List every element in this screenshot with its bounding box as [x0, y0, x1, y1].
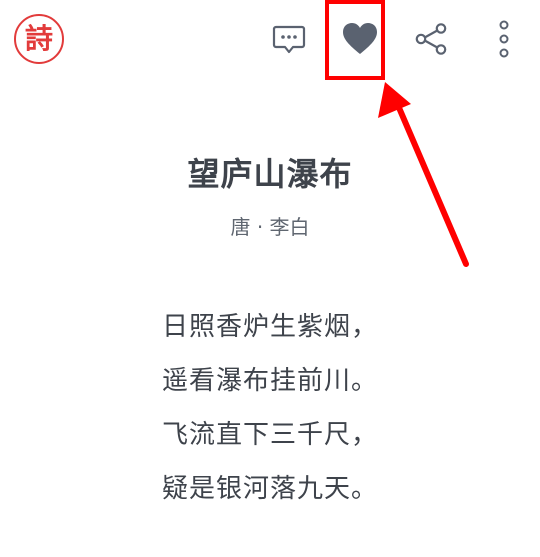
- more-vertical-icon: [499, 20, 509, 58]
- favorite-button[interactable]: [335, 14, 385, 64]
- poem-author-line: 唐 · 李白: [0, 212, 540, 242]
- poem-author: 李白: [269, 215, 310, 239]
- comment-icon: [272, 25, 306, 54]
- poem-dynasty: 唐: [230, 215, 251, 239]
- more-options-button[interactable]: [479, 14, 529, 64]
- poem-title: 望庐山瀑布: [187, 155, 353, 193]
- share-icon: [415, 23, 447, 55]
- app-logo: 詩: [14, 14, 64, 64]
- heart-icon: [343, 23, 377, 54]
- comment-button[interactable]: [264, 14, 314, 64]
- poem-line: 日照香炉生紫烟，: [161, 312, 378, 342]
- poem-line: 疑是银河落九天。: [161, 474, 378, 504]
- share-button[interactable]: [406, 14, 456, 64]
- poem-line: 飞流直下三千尺，: [161, 420, 378, 450]
- logo-text: 詩: [24, 22, 53, 55]
- poem-separator: ·: [256, 215, 264, 239]
- poem-content: 望庐山瀑布 唐 · 李白 日照香炉生紫烟， 遥看瀑布挂前川。 飞流直下三千尺， …: [0, 150, 540, 516]
- poem-line: 遥看瀑布挂前川。: [161, 366, 378, 396]
- poem-lines: 日照香炉生紫烟， 遥看瀑布挂前川。 飞流直下三千尺， 疑是银河落九天。: [0, 300, 540, 516]
